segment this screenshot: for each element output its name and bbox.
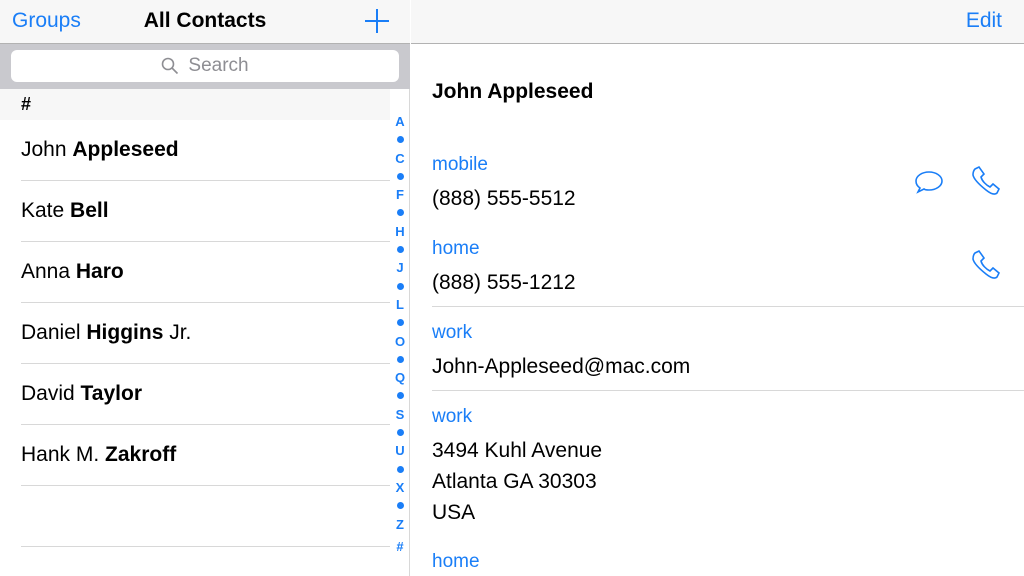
divider: [432, 390, 1024, 391]
alphabet-index[interactable]: A C F H J L O Q S U X Z #: [390, 114, 410, 554]
index-dot[interactable]: [396, 319, 404, 327]
index-letter[interactable]: L: [396, 297, 404, 312]
contact-row[interactable]: Kate Bell: [21, 181, 390, 242]
contact-detail-pane: Edit John Appleseed mobile (888) 555-551…: [411, 0, 1024, 576]
index-letter[interactable]: S: [396, 407, 405, 422]
index-dot[interactable]: [396, 282, 404, 290]
index-letter[interactable]: A: [395, 114, 404, 129]
magnifier-icon: [162, 57, 179, 75]
index-letter[interactable]: H: [395, 224, 404, 239]
first-name: Hank M.: [21, 443, 106, 466]
first-name: Kate: [21, 199, 71, 222]
field-label-mobile: mobile: [432, 154, 488, 175]
detail-nav-bar: Edit: [411, 0, 1024, 44]
index-dot[interactable]: [396, 465, 404, 473]
contacts-list-pane: Groups All Contacts Search # John Apples…: [0, 0, 410, 576]
last-name: Appleseed: [72, 138, 179, 161]
address-line-2[interactable]: Atlanta GA 30303: [432, 466, 597, 497]
index-dot[interactable]: [396, 136, 404, 144]
email-value[interactable]: John-Appleseed@mac.com: [432, 351, 690, 382]
message-icon[interactable]: [913, 169, 945, 197]
edit-button[interactable]: Edit: [966, 9, 1002, 33]
index-letter[interactable]: O: [395, 334, 405, 349]
name-suffix: Jr.: [163, 321, 192, 344]
address-line-3[interactable]: USA: [432, 497, 475, 528]
phone-icon[interactable]: [969, 249, 1001, 281]
divider: [432, 306, 1024, 307]
last-name: Taylor: [80, 382, 142, 405]
contact-row[interactable]: Anna Haro: [21, 242, 390, 303]
home-phone-value[interactable]: (888) 555-1212: [432, 267, 576, 298]
index-dot[interactable]: [396, 429, 404, 437]
field-label-home-2: home: [432, 551, 480, 572]
index-dot[interactable]: [396, 502, 404, 510]
index-letter[interactable]: #: [396, 539, 403, 554]
field-label-work: work: [432, 322, 473, 343]
last-name: Haro: [75, 260, 124, 283]
plus-icon[interactable]: [364, 8, 390, 34]
last-name: Bell: [70, 199, 109, 222]
mobile-phone-value[interactable]: (888) 555-5512: [432, 183, 576, 214]
search-bar: Search: [0, 44, 410, 89]
contact-row[interactable]: Daniel Higgins Jr.: [21, 303, 390, 364]
index-letter[interactable]: X: [396, 480, 405, 495]
phone-icon[interactable]: [969, 165, 1001, 197]
first-name: John: [21, 138, 73, 161]
index-letter[interactable]: F: [396, 187, 404, 202]
field-label-work-address: work: [432, 406, 473, 427]
address-line-1[interactable]: 3494 Kuhl Avenue: [432, 435, 602, 466]
field-label-home: home: [432, 238, 480, 259]
last-name: Higgins: [86, 321, 164, 344]
section-header: #: [0, 89, 390, 120]
contact-row[interactable]: Hank M. Zakroff: [21, 425, 390, 486]
index-dot[interactable]: [396, 355, 404, 363]
search-placeholder: Search: [188, 55, 249, 76]
index-dot[interactable]: [396, 209, 404, 217]
contact-name: John Appleseed: [432, 80, 594, 103]
contact-row[interactable]: David Taylor: [21, 364, 390, 425]
index-letter[interactable]: U: [395, 443, 404, 458]
first-name: David: [21, 382, 81, 405]
index-letter[interactable]: C: [395, 151, 404, 166]
list-nav-bar: Groups All Contacts: [0, 0, 410, 44]
index-letter[interactable]: Z: [396, 517, 404, 532]
search-input[interactable]: Search: [11, 50, 399, 82]
page-title: All Contacts: [143, 9, 267, 32]
first-name: Daniel: [21, 321, 87, 344]
last-name: Zakroff: [105, 443, 177, 466]
contact-row[interactable]: John Appleseed: [21, 120, 390, 181]
first-name: Anna: [21, 260, 76, 283]
index-letter[interactable]: Q: [395, 370, 405, 385]
index-dot[interactable]: [396, 246, 404, 254]
index-dot[interactable]: [396, 392, 404, 400]
index-letter[interactable]: J: [396, 260, 403, 275]
index-dot[interactable]: [396, 172, 404, 180]
empty-row: [21, 486, 390, 547]
